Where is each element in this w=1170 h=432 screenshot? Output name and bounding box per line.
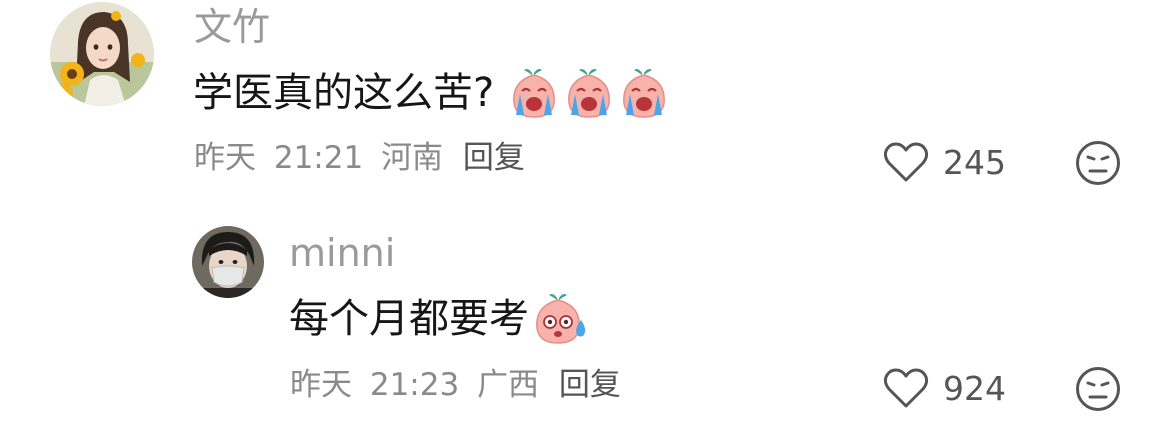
nervous-sweat-peach-emoji xyxy=(536,294,586,344)
comment-like-count: 245 xyxy=(943,142,1006,182)
comment-date: 昨天 xyxy=(194,140,256,176)
reply-time: 21:23 xyxy=(369,367,460,403)
reply-text: 每个月都要考 xyxy=(289,296,529,342)
comment-time: 21:21 xyxy=(273,140,364,176)
reply-like-count: 924 xyxy=(943,368,1006,408)
reply-text-row: 每个月都要考 xyxy=(289,293,589,345)
heart-outline-icon xyxy=(883,368,929,408)
crying-peach-emoji xyxy=(568,69,611,118)
meh-face-icon xyxy=(1076,367,1120,411)
reply-location: 广西 xyxy=(477,367,540,403)
comment-location: 河南 xyxy=(381,140,444,176)
heart-outline-icon xyxy=(883,142,929,182)
comment-meta: 昨天 21:21 河南 回复 xyxy=(194,143,525,174)
reply-date: 昨天 xyxy=(290,367,352,403)
crying-peach-emoji xyxy=(513,69,556,118)
comment-text-row: 学医真的这么苦? xyxy=(193,68,670,118)
reply-meta: 昨天 21:23 广西 回复 xyxy=(290,370,621,401)
comment-text: 学医真的这么苦? xyxy=(193,70,495,116)
meh-face-icon xyxy=(1076,141,1120,185)
comment-username[interactable]: 文竹 xyxy=(194,8,270,46)
crying-peach-emoji xyxy=(623,69,666,118)
comment-avatar[interactable] xyxy=(50,2,154,106)
comment-reply-button[interactable]: 回复 xyxy=(463,140,525,176)
reply-dislike-button[interactable] xyxy=(1074,365,1122,417)
comment-dislike-button[interactable] xyxy=(1074,139,1122,191)
reply-reply-button[interactable]: 回复 xyxy=(559,367,621,403)
comment-like-button[interactable]: 245 xyxy=(883,139,1006,185)
reply-username[interactable]: minni xyxy=(289,234,395,272)
reply-like-button[interactable]: 924 xyxy=(883,365,1006,411)
reply-avatar[interactable] xyxy=(192,226,264,298)
